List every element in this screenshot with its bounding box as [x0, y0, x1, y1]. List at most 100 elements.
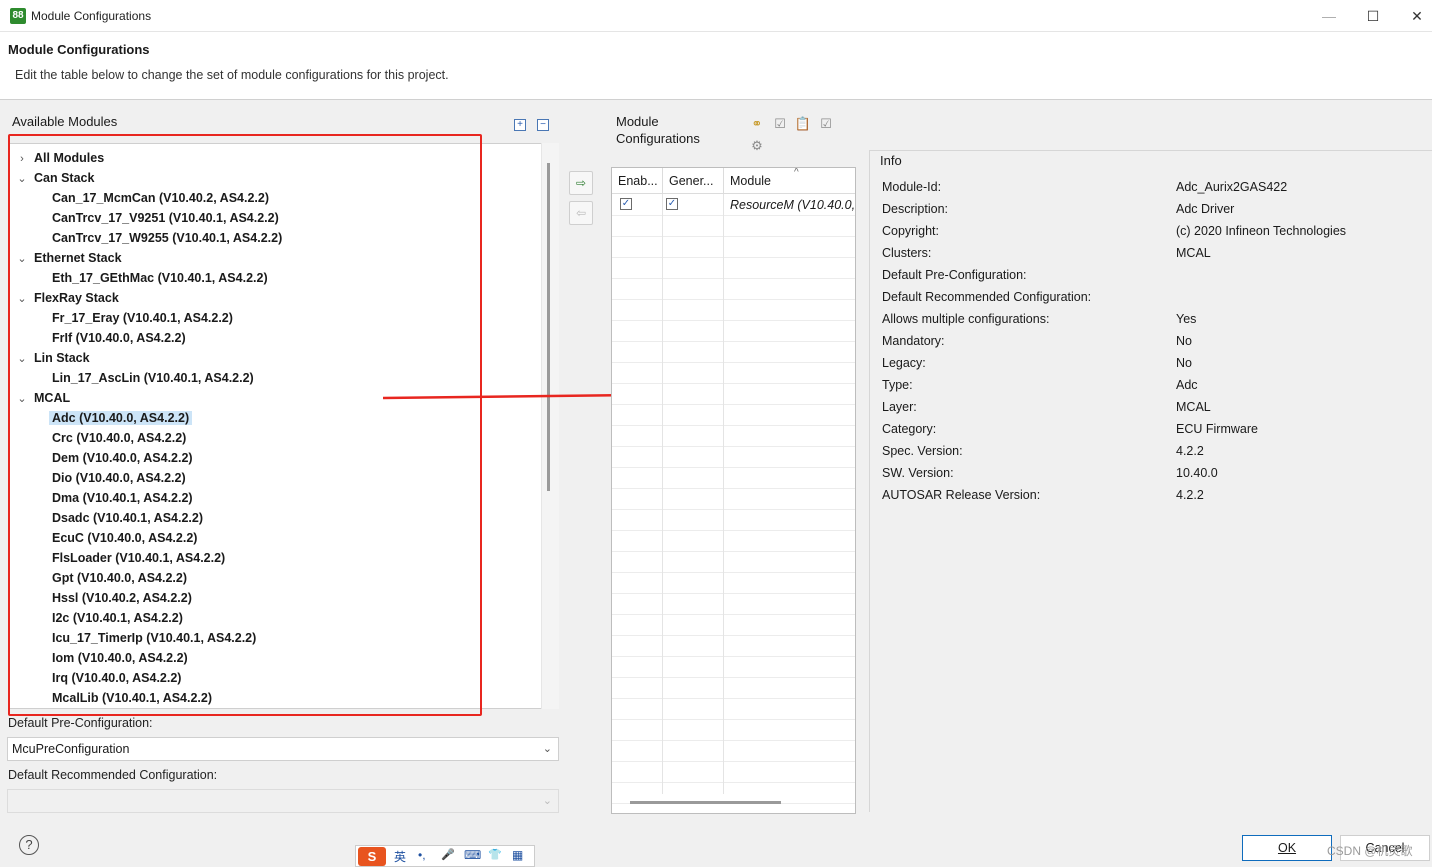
- tree-group[interactable]: ⌄ FlexRay Stack: [15, 288, 118, 309]
- tree-item[interactable]: Hssl (V10.40.2, AS4.2.2): [49, 588, 192, 608]
- ime-language-icon[interactable]: 英: [394, 848, 406, 865]
- tree-item[interactable]: FrIf (V10.40.0, AS4.2.2): [49, 328, 186, 348]
- tree-item[interactable]: McalLib (V10.40.1, AS4.2.2): [49, 688, 212, 708]
- tree-item[interactable]: CanTrcv_17_V9251 (V10.40.1, AS4.2.2): [49, 208, 279, 228]
- tree-group-label: Ethernet Stack: [34, 251, 122, 265]
- tree-item[interactable]: Dio (V10.40.0, AS4.2.2): [49, 468, 186, 488]
- link-icon[interactable]: ⚭: [748, 115, 766, 133]
- column-header-enabled[interactable]: Enab...: [612, 168, 663, 194]
- info-title: Info: [878, 153, 904, 168]
- table-row-divider: [612, 593, 855, 594]
- ime-punctuation-icon[interactable]: •,: [418, 848, 426, 862]
- module-configurations-table[interactable]: Enab... Gener... Module ^ ✓ ✓ ResourceM …: [611, 167, 856, 814]
- check-all-icon[interactable]: ☑: [817, 115, 835, 133]
- expand-all-icon[interactable]: +: [514, 119, 526, 131]
- tree-item[interactable]: Iom (V10.40.0, AS4.2.2): [49, 648, 188, 668]
- module-configurations-label: Module Configurations: [616, 113, 700, 147]
- info-key: Description:: [882, 202, 948, 216]
- row-enabled-checkbox[interactable]: ✓: [620, 198, 632, 210]
- tree-item-label: Gpt (V10.40.0, AS4.2.2): [52, 571, 188, 585]
- table-row-divider: [612, 341, 855, 342]
- remove-module-button[interactable]: ⇦: [569, 201, 593, 225]
- table-row-divider: [612, 740, 855, 741]
- table-row-divider: [612, 656, 855, 657]
- column-header-module[interactable]: Module ^: [724, 168, 855, 194]
- tree-scrollbar-track[interactable]: [541, 143, 559, 709]
- table-row-divider: [612, 404, 855, 405]
- info-key: Clusters:: [882, 246, 932, 260]
- tree-item[interactable]: Fr_17_Eray (V10.40.1, AS4.2.2): [49, 308, 233, 328]
- tree-item[interactable]: Lin_17_AscLin (V10.40.1, AS4.2.2): [49, 368, 254, 388]
- tree-item[interactable]: Adc (V10.40.0, AS4.2.2): [49, 408, 193, 428]
- ok-button[interactable]: OK: [1242, 835, 1332, 861]
- collapse-all-icon[interactable]: −: [537, 119, 549, 131]
- default-pre-config-value: McuPreConfiguration: [12, 742, 130, 756]
- tree-item[interactable]: Eth_17_GEthMac (V10.40.1, AS4.2.2): [49, 268, 268, 288]
- info-value: No: [1176, 356, 1192, 370]
- tree-item[interactable]: Crc (V10.40.0, AS4.2.2): [49, 428, 186, 448]
- info-key: Default Pre-Configuration:: [882, 268, 1027, 282]
- tree-item[interactable]: FlsLoader (V10.40.1, AS4.2.2): [49, 548, 225, 568]
- chevron-down-icon[interactable]: ⌄: [15, 349, 29, 369]
- tree-item[interactable]: Dma (V10.40.1, AS4.2.2): [49, 488, 193, 508]
- info-key: Module-Id:: [882, 180, 942, 194]
- table-row-divider: [612, 719, 855, 720]
- table-row-divider: [612, 299, 855, 300]
- ime-logo-icon[interactable]: S: [358, 847, 386, 866]
- row-generate-checkbox[interactable]: ✓: [666, 198, 678, 210]
- tree-item[interactable]: CanTrcv_17_W9255 (V10.40.1, AS4.2.2): [49, 228, 282, 248]
- tree-item[interactable]: Icu_17_TimerIp (V10.40.1, AS4.2.2): [49, 628, 256, 648]
- add-module-icon: ⇨: [575, 176, 587, 190]
- tree-item[interactable]: Dsadc (V10.40.1, AS4.2.2): [49, 508, 203, 528]
- maximize-button[interactable]: ☐: [1350, 0, 1396, 32]
- column-header-generate[interactable]: Gener...: [663, 168, 724, 194]
- close-button[interactable]: ✕: [1394, 0, 1432, 32]
- tree-item[interactable]: I2c (V10.40.1, AS4.2.2): [49, 608, 183, 628]
- chevron-down-icon[interactable]: ⌄: [15, 249, 29, 269]
- tree-group[interactable]: › All Modules: [15, 148, 104, 168]
- tree-group[interactable]: ⌄ MCAL: [15, 388, 70, 408]
- tree-item[interactable]: Can_17_McmCan (V10.40.2, AS4.2.2): [49, 188, 269, 208]
- row-module-name[interactable]: ResourceM (V10.40.0,: [730, 194, 855, 216]
- chevron-down-icon[interactable]: ⌄: [15, 169, 29, 189]
- tree-item-label: Fr_17_Eray (V10.40.1, AS4.2.2): [52, 311, 233, 325]
- app-icon: 88: [10, 8, 26, 24]
- minimize-button[interactable]: —: [1306, 0, 1352, 32]
- clipboard-icon[interactable]: 📋: [794, 115, 812, 133]
- tree-group[interactable]: ⌄ Ethernet Stack: [15, 248, 122, 269]
- info-value: Adc Driver: [1176, 202, 1235, 216]
- info-key: Legacy:: [882, 356, 926, 370]
- microphone-icon[interactable]: 🎤: [441, 848, 455, 861]
- chevron-down-icon[interactable]: ⌄: [15, 289, 29, 309]
- tree-item[interactable]: Irq (V10.40.0, AS4.2.2): [49, 668, 181, 688]
- chevron-right-icon[interactable]: ›: [15, 149, 29, 169]
- tree-item[interactable]: Gpt (V10.40.0, AS4.2.2): [49, 568, 187, 588]
- generate-icon[interactable]: ⚙: [748, 137, 766, 155]
- table-horizontal-scrollbar[interactable]: [630, 801, 781, 804]
- tree-item[interactable]: EcuC (V10.40.0, AS4.2.2): [49, 528, 197, 548]
- table-row-divider: [612, 425, 855, 426]
- table-row-divider: [612, 698, 855, 699]
- add-module-button[interactable]: ⇨: [569, 171, 593, 195]
- table-row-divider: [612, 320, 855, 321]
- default-rec-config-select[interactable]: ⌄: [7, 789, 559, 813]
- help-button[interactable]: ?: [19, 835, 39, 855]
- default-pre-config-select[interactable]: McuPreConfiguration ⌄: [7, 737, 559, 761]
- toolbox-icon[interactable]: ▦: [512, 848, 523, 862]
- chevron-down-icon[interactable]: ⌄: [15, 389, 29, 409]
- default-rec-config-label: Default Recommended Configuration:: [8, 768, 218, 782]
- info-key: Default Recommended Configuration:: [882, 290, 1092, 304]
- skin-icon[interactable]: 👕: [488, 848, 502, 861]
- available-modules-tree[interactable]: › All Modules ⌄ Can Stack Can_17_McmCan (V10…: [8, 143, 559, 709]
- tree-item-label: FrIf (V10.40.0, AS4.2.2): [52, 331, 186, 345]
- tree-scrollbar-thumb[interactable]: [547, 163, 550, 491]
- keyboard-icon[interactable]: ⌨: [464, 848, 481, 862]
- tree-item[interactable]: Dem (V10.40.0, AS4.2.2): [49, 448, 193, 468]
- tree-item-label: Hssl (V10.40.2, AS4.2.2): [52, 591, 192, 605]
- validate-icon[interactable]: ☑: [771, 115, 789, 133]
- dialog-description: Edit the table below to change the set o…: [15, 68, 449, 82]
- tree-group[interactable]: ⌄ Lin Stack: [15, 348, 89, 369]
- available-modules-label: Available Modules: [12, 114, 118, 129]
- tree-item-label: McalLib (V10.40.1, AS4.2.2): [52, 691, 213, 705]
- tree-group[interactable]: ⌄ Can Stack: [15, 168, 94, 188]
